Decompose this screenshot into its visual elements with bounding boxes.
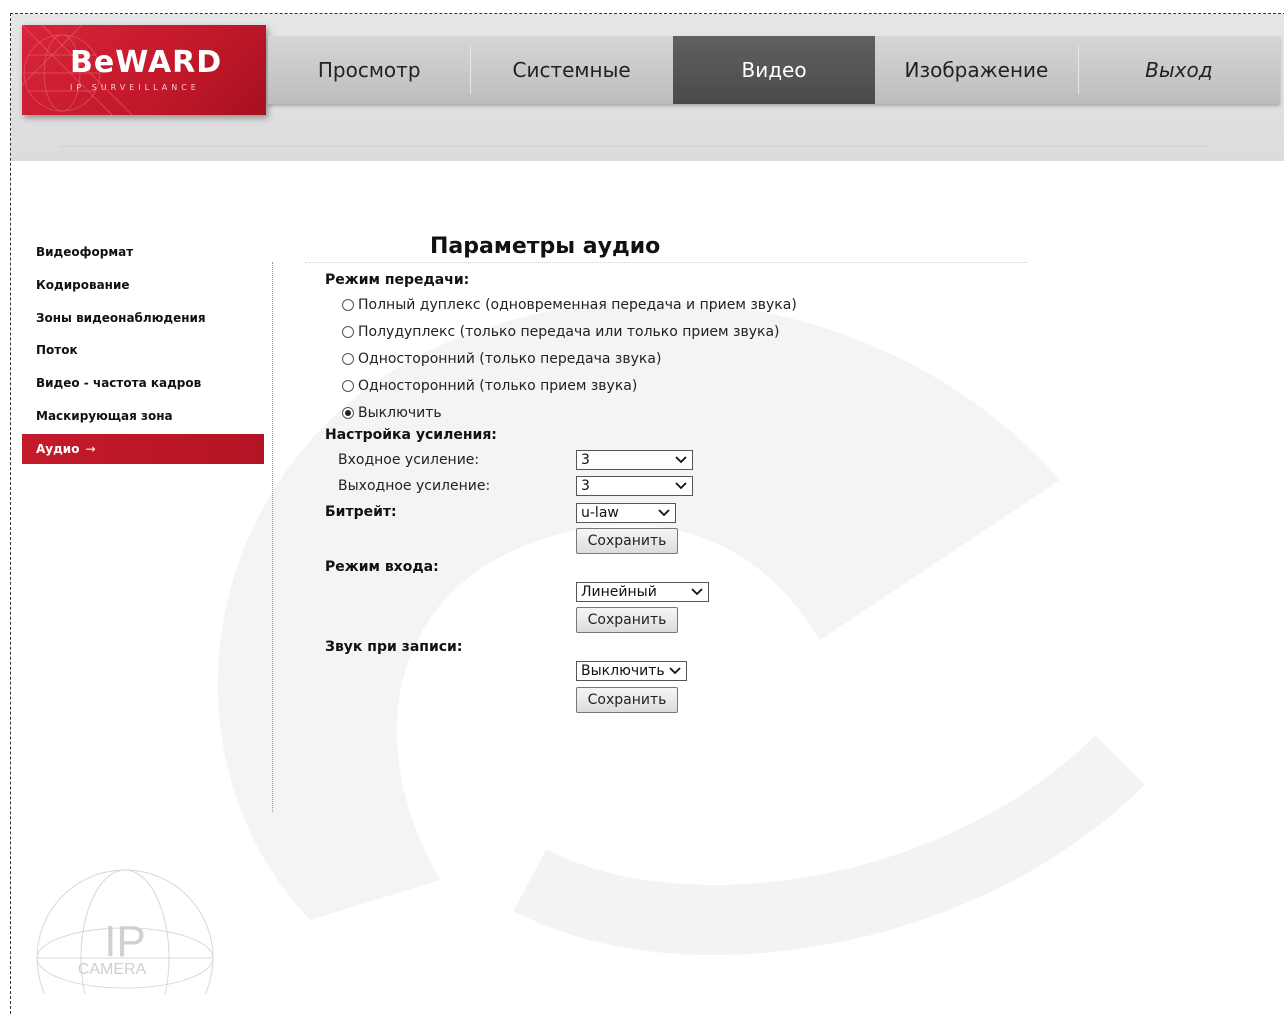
main-content: Параметры аудио Режим передачи: Полный д… [325,0,1085,994]
radio-circle-icon[interactable] [342,299,354,311]
tab-logout[interactable]: Выход [1077,36,1280,104]
radio-label: Выключить [358,405,442,421]
radio-label: Полный дуплекс (одновременная передача и… [358,297,797,313]
sidebar-item-privacy-mask[interactable]: Маскирующая зона [22,399,264,432]
chevron-down-icon [669,667,681,675]
select-value: Выключить [581,663,665,679]
output-gain-select[interactable]: 3 [576,476,693,496]
bitrate-label: Битрейт: [325,504,397,520]
chevron-down-icon [691,588,703,596]
select-value: 3 [581,452,590,468]
sidebar-item-surveillance-zones[interactable]: Зоны видеонаблюдения [22,301,264,334]
select-value: 3 [581,478,590,494]
record-sound-select[interactable]: Выключить [576,661,687,681]
chevron-down-icon [658,509,670,517]
chevron-down-icon [675,456,687,464]
radio-simplex-transmit[interactable]: Односторонний (только передача звука) [342,351,661,367]
radio-circle-icon[interactable] [342,326,354,338]
sidebar-item-audio[interactable]: Аудио → [22,434,264,465]
input-mode-select[interactable]: Линейный [576,582,709,602]
radio-simplex-receive[interactable]: Односторонний (только прием звука) [342,378,637,394]
camera-logo-text: CAMERA [78,961,147,978]
ip-logo-text: IP [104,917,146,966]
sidebar: Видеоформат Кодирование Зоны видеонаблюд… [22,236,264,465]
save-record-sound-button[interactable]: Сохранить [576,687,678,713]
radio-label: Полудуплекс (только передача или только … [358,324,780,340]
gain-settings-label: Настройка усиления: [325,427,497,443]
sidebar-divider [272,262,273,812]
transfer-mode-label: Режим передачи: [325,272,470,288]
input-mode-label: Режим входа: [325,559,439,575]
radio-full-duplex[interactable]: Полный дуплекс (одновременная передача и… [342,297,797,313]
select-value: u-law [581,505,619,521]
radio-circle-icon[interactable] [342,380,354,392]
radio-off[interactable]: Выключить [342,405,442,421]
ip-camera-logo-icon: IP CAMERA [36,869,214,994]
sidebar-item-stream[interactable]: Поток [22,334,264,367]
sidebar-item-label: Аудио [36,442,80,457]
radio-label: Односторонний (только прием звука) [358,378,638,394]
logo-text: BeWARD [70,45,223,80]
save-input-mode-button[interactable]: Сохранить [576,607,678,633]
page-title: Параметры аудио [430,234,661,259]
sidebar-item-videoformat[interactable]: Видеоформат [22,236,264,269]
sidebar-item-encoding[interactable]: Кодирование [22,269,264,302]
radio-half-duplex[interactable]: Полудуплекс (только передача или только … [342,324,780,340]
beward-logo[interactable]: BeWARD IP SURVEILLANCE [22,25,266,115]
save-bitrate-button[interactable]: Сохранить [576,528,678,554]
sidebar-item-framerate[interactable]: Видео - частота кадров [22,367,264,400]
arrow-right-icon: → [85,442,96,457]
bitrate-select[interactable]: u-law [576,503,676,523]
logo-tagline: IP SURVEILLANCE [70,83,200,92]
radio-label: Односторонний (только передача звука) [358,351,662,367]
output-gain-label: Выходное усиление: [338,478,491,494]
chevron-down-icon [675,482,687,490]
select-value: Линейный [581,584,657,600]
radio-circle-icon[interactable] [342,353,354,365]
input-gain-label: Входное усиление: [338,452,480,468]
input-gain-select[interactable]: 3 [576,450,693,470]
record-sound-label: Звук при записи: [325,639,463,655]
radio-checked-icon[interactable] [342,407,354,419]
